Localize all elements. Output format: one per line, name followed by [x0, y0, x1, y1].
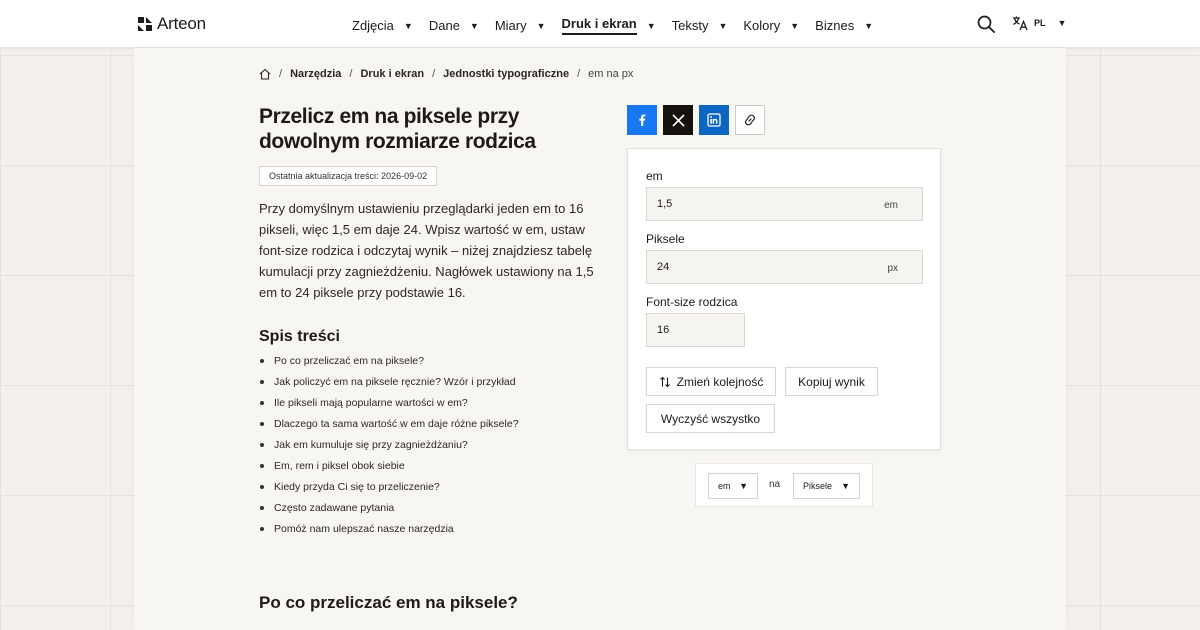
px-field[interactable]: px [646, 250, 923, 284]
from-unit-select[interactable]: em ▼ [708, 473, 758, 499]
swap-button[interactable]: Zmień kolejność [646, 367, 776, 396]
em-input[interactable] [647, 188, 922, 220]
parent-font-size-label: Font-size rodzica [646, 295, 738, 309]
clear-all-button[interactable]: Wyczyść wszystko [646, 404, 775, 433]
unit-selector: em ▼ na Piksele ▼ [695, 463, 873, 507]
px-input[interactable] [647, 251, 922, 283]
nav-item-miary[interactable]: Miary ▼ [495, 16, 546, 35]
breadcrumb-link[interactable]: Druk i ekran [360, 68, 424, 80]
toc-item[interactable]: Jak policzyć em na piksele ręcznie? Wzór… [259, 374, 519, 395]
toc-title: Spis treści [259, 328, 340, 345]
swap-arrows-icon [659, 376, 670, 387]
nav-label: Druk i ekran [561, 16, 637, 35]
copy-link-button[interactable] [735, 105, 765, 135]
breadcrumb: / Narzędzia / Druk i ekran / Jednostki t… [259, 68, 633, 80]
caret-down-icon: ▼ [536, 20, 546, 31]
caret-down-icon: ▼ [841, 481, 850, 491]
toc-item[interactable]: Em, rem i piksel obok siebie [259, 458, 519, 479]
language-switcher[interactable]: PL ▼ [1012, 15, 1066, 31]
facebook-icon [639, 114, 646, 126]
caret-down-icon: ▼ [739, 481, 748, 491]
language-code: PL [1034, 18, 1046, 28]
copy-result-button[interactable]: Kopiuj wynik [785, 367, 878, 396]
breadcrumb-separator: / [349, 68, 353, 80]
breadcrumb-link[interactable]: Jednostki typograficzne [443, 68, 569, 80]
nav-label: Zdjęcia [352, 18, 394, 33]
nav-label: Kolory [743, 18, 781, 33]
em-field[interactable]: em [646, 187, 923, 221]
toc-item[interactable]: Pomóż nam ulepszać nasze narzędzia [259, 521, 519, 542]
converter-card: em em Piksele px Font-size rodzica Zmień… [627, 148, 941, 450]
swap-button-label: Zmień kolejność [676, 374, 764, 389]
share-x-button[interactable] [663, 105, 693, 135]
table-of-contents: Po co przeliczać em na piksele? Jak poli… [259, 353, 519, 542]
breadcrumb-separator: / [432, 68, 436, 80]
unit-selector-separator: na [769, 479, 781, 490]
section-heading: Po co przeliczać em na piksele? [259, 593, 518, 612]
search-icon[interactable] [977, 15, 995, 33]
link-icon [745, 114, 755, 126]
nav-item-dane[interactable]: Dane ▼ [429, 16, 479, 35]
arteon-logo-icon [138, 17, 152, 31]
nav-label: Dane [428, 18, 460, 33]
toc-item[interactable]: Kiedy przyda Ci się to przeliczenie? [259, 479, 519, 500]
linkedin-icon [707, 113, 721, 127]
to-unit-value: Piksele [803, 481, 833, 491]
toc-item[interactable]: Jak em kumuluje się przy zagnieżdżaniu? [259, 437, 519, 458]
copy-result-label: Kopiuj wynik [798, 374, 865, 389]
breadcrumb-link[interactable]: Narzędzia [290, 68, 341, 80]
em-unit: em [884, 200, 898, 211]
breadcrumb-separator: / [577, 68, 581, 80]
caret-down-icon: ▼ [646, 20, 656, 31]
nav-label: Biznes [815, 18, 855, 33]
nav-item-teksty[interactable]: Teksty ▼ [672, 16, 728, 35]
from-unit-value: em [718, 481, 731, 491]
toc-item[interactable]: Dlaczego ta sama wartość w em daje różne… [259, 416, 519, 437]
nav-item-kolory[interactable]: Kolory ▼ [743, 16, 799, 35]
content-sheet: / Narzędzia / Druk i ekran / Jednostki t… [134, 48, 1066, 630]
home-icon[interactable] [259, 68, 271, 80]
px-unit: px [887, 263, 898, 274]
brand-name: Arteon [157, 14, 206, 33]
caret-down-icon: ▼ [403, 20, 413, 31]
caret-down-icon: ▼ [469, 20, 479, 31]
px-label: Piksele [646, 232, 685, 246]
main-nav: Zdjęcia ▼ Dane ▼ Miary ▼ Druk i ekran ▼ … [352, 16, 873, 35]
breadcrumb-current: em na px [588, 68, 634, 80]
share-linkedin-button[interactable] [699, 105, 729, 135]
parent-font-size-field[interactable] [646, 313, 745, 347]
intro-paragraph: Przy domyślnym ustawieniu przeglądarki j… [259, 201, 594, 300]
page-title: Przelicz em na piksele przy dowolnym roz… [259, 105, 536, 153]
nav-item-zdjecia[interactable]: Zdjęcia ▼ [352, 16, 413, 35]
x-icon [671, 113, 685, 127]
to-unit-select[interactable]: Piksele ▼ [793, 473, 860, 499]
caret-down-icon: ▼ [864, 20, 874, 31]
share-bar [627, 105, 765, 135]
em-label: em [646, 169, 663, 183]
caret-down-icon: ▼ [1057, 18, 1067, 28]
nav-label: Teksty [671, 18, 709, 33]
toc-item[interactable]: Ile pikseli mają popularne wartości w em… [259, 395, 519, 416]
toc-item[interactable]: Po co przeliczać em na piksele? [259, 353, 519, 374]
breadcrumb-separator: / [279, 68, 283, 80]
nav-label: Miary [494, 18, 527, 33]
top-header: Arteon Zdjęcia ▼ Dane ▼ Miary ▼ Druk i e… [0, 0, 1200, 48]
caret-down-icon: ▼ [718, 20, 728, 31]
share-facebook-button[interactable] [627, 105, 657, 135]
brand-logo[interactable]: Arteon [137, 14, 206, 34]
parent-font-size-input[interactable] [647, 314, 744, 346]
clear-all-label: Wyczyść wszystko [660, 411, 761, 426]
nav-item-biznes[interactable]: Biznes ▼ [815, 16, 873, 35]
last-updated-badge: Ostatnia aktualizacja treści: 2026-09-02 [259, 166, 438, 186]
nav-item-druk-i-ekran[interactable]: Druk i ekran ▼ [561, 16, 656, 35]
translate-icon [1013, 16, 1028, 31]
caret-down-icon: ▼ [790, 20, 800, 31]
toc-item[interactable]: Często zadawane pytania [259, 500, 519, 521]
